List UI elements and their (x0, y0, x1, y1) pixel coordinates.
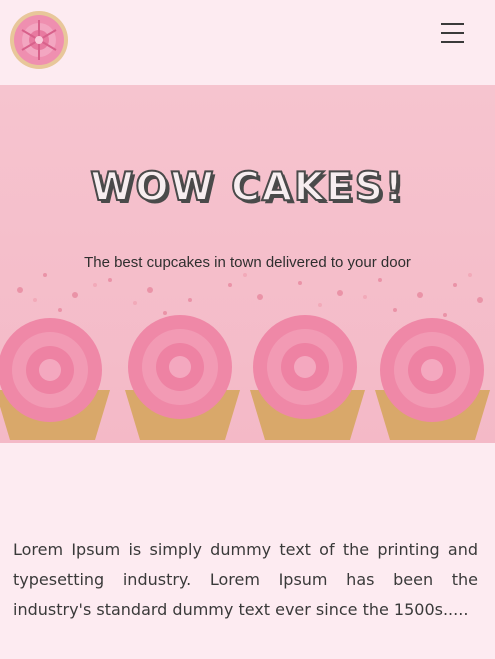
intro-paragraph: Lorem Ipsum is simply dummy text of the … (13, 540, 478, 619)
menu-button[interactable] (441, 20, 467, 46)
site-header (0, 0, 495, 84)
hero-title: WOW CAKES! (89, 164, 405, 211)
hero-banner: WOW CAKES! The best cupcakes in town del… (0, 85, 495, 443)
cupcake-logo-icon[interactable] (8, 10, 70, 70)
hero-tagline: The best cupcakes in town delivered to y… (84, 254, 411, 271)
hamburger-menu-icon (441, 23, 464, 25)
